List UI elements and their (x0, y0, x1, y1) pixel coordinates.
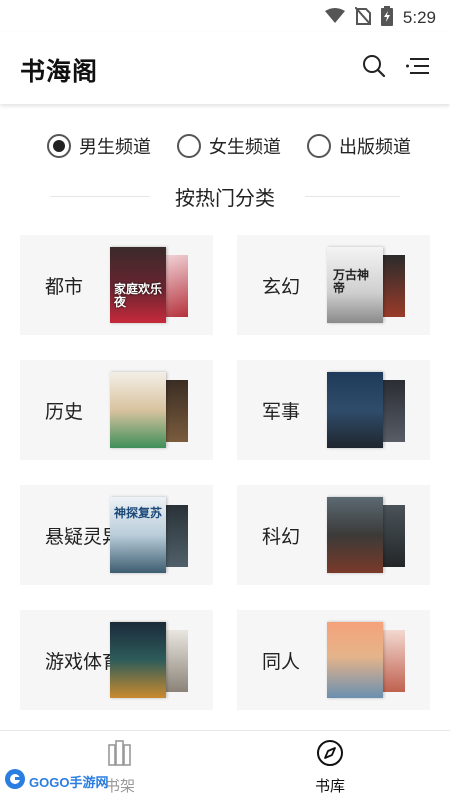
category-card-kehuan[interactable]: 科幻 (237, 485, 430, 585)
channel-label: 女生频道 (209, 137, 281, 158)
compass-icon (316, 739, 344, 771)
search-icon (362, 54, 386, 82)
book-cover: 神探复苏 (110, 497, 166, 573)
search-button[interactable] (360, 54, 388, 82)
category-card-xuanhuan[interactable]: 玄幻 万古神帝 (237, 235, 430, 335)
category-card-xuanyi[interactable]: 悬疑灵异 神探复苏 (20, 485, 213, 585)
radio-unselected[interactable] (177, 134, 201, 158)
status-time: 5:29 (402, 8, 436, 27)
book-cover: 家庭欢乐夜 (110, 247, 166, 323)
book-cover (327, 497, 383, 573)
category-card-junshi[interactable]: 军事 (237, 360, 430, 460)
nav-library[interactable]: 书库 (290, 739, 370, 796)
watermark-text: GOGO手游网 (29, 774, 109, 790)
cover-title: 万古神帝 (333, 268, 370, 295)
section-title: 按热门分类 (175, 186, 275, 210)
radio-selected[interactable] (47, 134, 71, 158)
menu-button[interactable] (404, 54, 432, 82)
app-header: 书海阁 (0, 32, 450, 104)
book-cover (327, 372, 383, 448)
status-bar: 5:29 (0, 0, 450, 32)
book-cover (110, 622, 166, 698)
book-cover (110, 372, 166, 448)
menu-icon (406, 56, 430, 80)
category-card-tongren[interactable]: 同人 (237, 610, 430, 710)
status-icons: 5:29 (324, 6, 436, 30)
radio-unselected[interactable] (307, 134, 331, 158)
section-header: 按热门分类 (0, 176, 450, 216)
cover-title: 神探复苏 (114, 506, 163, 520)
channel-label: 男生频道 (79, 137, 151, 158)
nav-label: 书架 (104, 777, 135, 795)
battery-icon (380, 6, 393, 30)
cover-title: 家庭欢乐夜 (114, 282, 163, 309)
channel-female[interactable]: 女生频道 (177, 128, 281, 164)
bookshelf-icon (107, 739, 133, 771)
channel-publish[interactable]: 出版频道 (307, 128, 411, 164)
watermark: GOGO手游网 (4, 768, 108, 794)
no-sim-icon (354, 6, 372, 29)
nav-label: 书库 (314, 777, 345, 795)
book-cover (327, 622, 383, 698)
category-card-dushi[interactable]: 都市 家庭欢乐夜 (20, 235, 213, 335)
gogo-logo-icon (4, 768, 26, 794)
book-cover: 万古神帝 (327, 247, 383, 323)
wifi-icon (324, 8, 345, 28)
app-title: 书海阁 (20, 57, 99, 86)
channel-male[interactable]: 男生频道 (47, 128, 151, 164)
category-card-lishi[interactable]: 历史 (20, 360, 213, 460)
category-card-youxi[interactable]: 游戏体育 (20, 610, 213, 710)
channel-selector: 男生频道 女生频道 出版频道 (0, 128, 450, 164)
channel-label: 出版频道 (339, 137, 411, 158)
